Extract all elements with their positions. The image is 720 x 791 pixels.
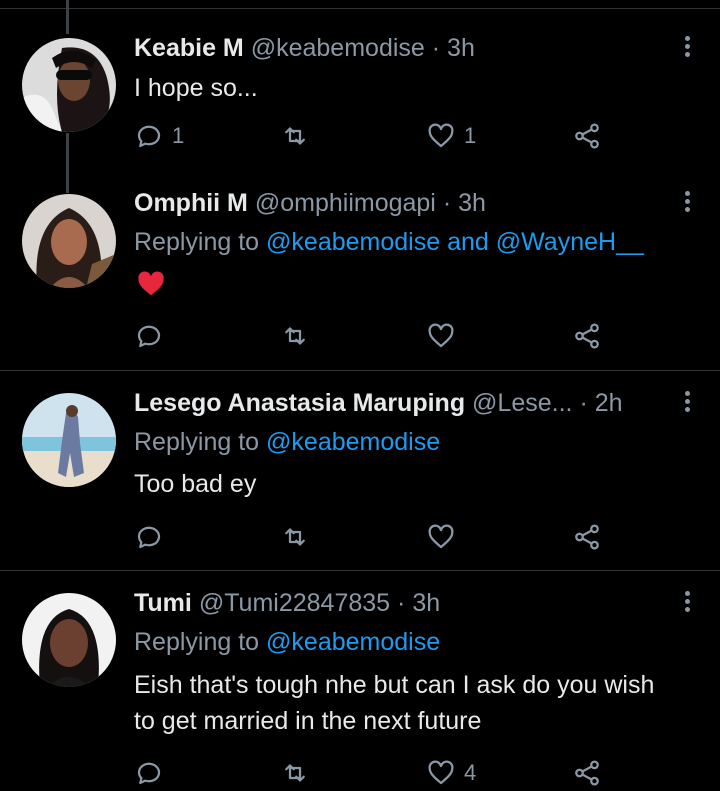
tweet-header: Omphii M @omphiimogapi · 3h [134, 186, 676, 220]
retweet-button[interactable] [280, 118, 318, 154]
separator: · [579, 389, 588, 417]
share-icon [575, 123, 599, 149]
action-bar: 4 [134, 755, 614, 791]
separator: · [397, 589, 406, 617]
reply-button[interactable]: 1 [134, 118, 184, 154]
action-bar [134, 318, 614, 354]
user-handle[interactable]: @keabemodise [251, 34, 425, 62]
replying-to: Replying to @keabemodise and @WayneH__ [134, 225, 644, 259]
tweet-header: Keabie M @keabemodise · 3h [134, 31, 676, 65]
timestamp[interactable]: 3h [447, 34, 475, 62]
avatar-lesego-image [22, 393, 116, 487]
avatar[interactable] [22, 393, 116, 487]
share-icon [575, 524, 599, 550]
avatar-omphii-image [22, 194, 116, 288]
replying-prefix: Replying to [134, 628, 260, 656]
reply-button[interactable] [134, 318, 172, 354]
reply-icon [137, 526, 161, 549]
share-button[interactable] [572, 318, 602, 354]
tweet-tumi[interactable]: Tumi @Tumi22847835 · 3h Replying to @kea… [0, 571, 720, 786]
like-count: 4 [464, 760, 477, 785]
more-icon[interactable] [682, 188, 692, 218]
mention-link[interactable]: @WayneH__ [496, 228, 644, 256]
tweet-keabie[interactable]: Keabie M @keabemodise · 3h I hope so... … [0, 0, 720, 180]
retweet-icon [285, 764, 305, 782]
mention-link[interactable]: @keabemodise [266, 628, 440, 656]
retweet-button[interactable] [280, 318, 318, 354]
share-icon [575, 760, 599, 786]
mention-link[interactable]: @keabemodise [266, 228, 440, 256]
like-button[interactable] [426, 318, 464, 354]
avatar[interactable] [22, 194, 116, 288]
like-button[interactable] [426, 519, 464, 555]
retweet-icon [285, 327, 305, 345]
retweet-icon [285, 127, 305, 145]
timestamp[interactable]: 3h [412, 589, 440, 617]
retweet-button[interactable] [280, 519, 318, 555]
user-handle[interactable]: @Lese... [472, 389, 572, 417]
tweet-header: Tumi @Tumi22847835 · 3h [134, 586, 676, 620]
more-icon[interactable] [682, 33, 692, 63]
display-name[interactable]: Tumi [134, 589, 192, 617]
share-icon [575, 323, 599, 349]
avatar[interactable] [22, 593, 116, 687]
more-icon[interactable] [682, 588, 692, 618]
like-icon [428, 524, 454, 549]
reply-button[interactable] [134, 519, 172, 555]
share-button[interactable] [572, 519, 602, 555]
replying-prefix: Replying to [134, 428, 260, 456]
tweet-text: Eish that's tough nhe but can I ask do y… [134, 671, 655, 735]
more-icon[interactable] [682, 388, 692, 418]
share-button[interactable] [572, 118, 602, 154]
tweet-text: I hope so... [134, 74, 258, 102]
mention-conjunction: and [447, 228, 489, 256]
avatar[interactable] [22, 38, 116, 132]
like-icon [428, 323, 454, 348]
tweet-text: Too bad ey [134, 470, 257, 498]
avatar-keabie-image [22, 38, 116, 132]
timestamp[interactable]: 3h [458, 189, 486, 217]
display-name[interactable]: Omphii M [134, 189, 248, 217]
display-name[interactable]: Keabie M [134, 34, 244, 62]
separator: · [431, 34, 441, 62]
reply-count: 1 [172, 123, 185, 148]
retweet-icon [285, 528, 305, 546]
reply-icon [137, 325, 161, 348]
like-count: 1 [464, 123, 477, 148]
user-handle[interactable]: @omphiimogapi [255, 189, 436, 217]
tweet-lesego[interactable]: Lesego Anastasia Maruping @Lese... · 2h … [0, 371, 720, 570]
replying-to: Replying to @keabemodise [134, 425, 440, 459]
like-button[interactable]: 4 [426, 755, 476, 791]
separator: · [442, 189, 452, 217]
display-name[interactable]: Lesego Anastasia Maruping [134, 389, 465, 417]
avatar-tumi-image [22, 593, 116, 687]
tweet-header: Lesego Anastasia Maruping @Lese... · 2h [134, 386, 676, 420]
action-bar [134, 519, 614, 555]
replying-prefix: Replying to [134, 228, 260, 256]
user-handle[interactable]: @Tumi22847835 [199, 589, 390, 617]
reply-button[interactable] [134, 755, 172, 791]
share-button[interactable] [572, 755, 602, 791]
timestamp[interactable]: 2h [595, 389, 623, 417]
like-icon [428, 123, 454, 148]
like-button[interactable]: 1 [426, 118, 476, 154]
replying-to: Replying to @keabemodise [134, 625, 440, 659]
mention-link[interactable]: @keabemodise [266, 428, 440, 456]
tweet-omphii[interactable]: Omphii M @omphiimogapi · 3h Replying to … [0, 180, 720, 370]
retweet-button[interactable] [280, 755, 318, 791]
like-icon [428, 760, 454, 785]
reply-icon [137, 125, 161, 148]
reply-icon [137, 762, 161, 785]
action-bar: 1 1 [134, 118, 614, 154]
red-heart-emoji-icon [138, 271, 164, 296]
